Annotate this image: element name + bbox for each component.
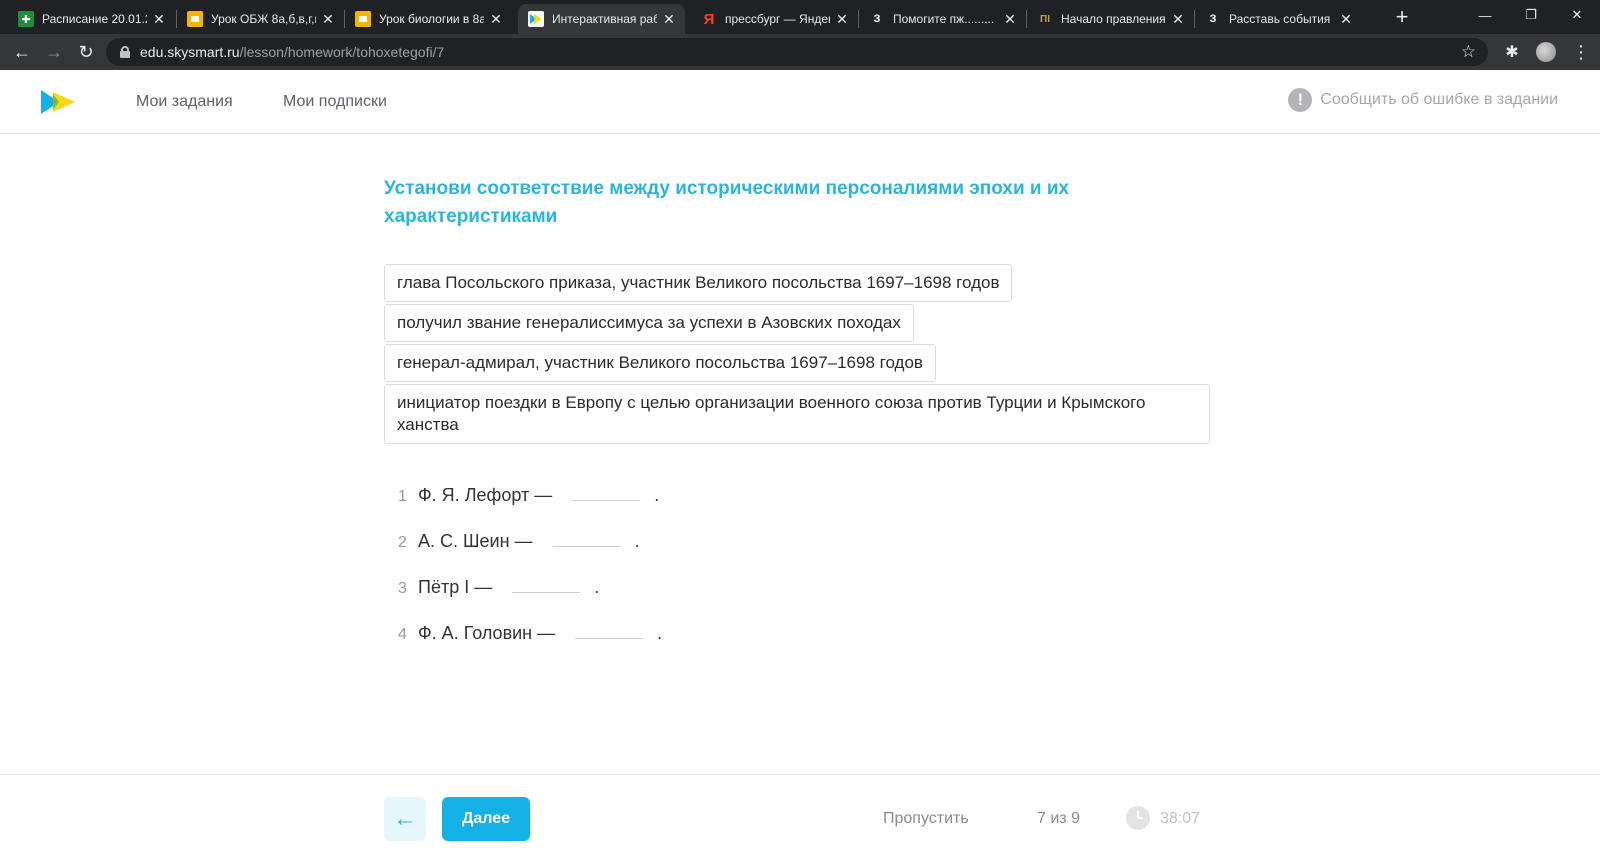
close-icon[interactable]: ✕ [320,11,336,27]
browser-tab[interactable]: З Помогите пж......... ✕ [859,4,1026,34]
bookmark-star-icon[interactable]: ☆ [1461,42,1476,62]
slides-icon [355,11,371,27]
question-number: 2 [398,534,407,551]
tab-title: Расписание 20.01.2 [42,12,147,26]
close-icon[interactable]: ✕ [1002,11,1018,27]
yandex-icon: Я [703,10,715,28]
browser-tab[interactable]: ПI Начало правления ✕ [1027,4,1194,34]
tab-title: Интерактивная раб [552,12,657,26]
answer-drop-slot[interactable] [512,575,581,593]
tab-title: Начало правления [1061,12,1166,26]
question-number: 3 [398,580,407,597]
window-close-icon[interactable]: ✕ [1554,0,1600,30]
skip-button[interactable]: Пропустить [883,810,969,828]
task-footer: ← Далее Пропустить 7 из 9 38:07 [0,774,1600,860]
browser-toolbar: ← → ↻ edu.skysmart.ru /lesson/homework/t… [0,34,1600,70]
browser-tab[interactable]: Урок биологии в 8а ✕ [345,4,512,34]
answer-drop-slot[interactable] [552,529,621,547]
close-icon[interactable]: ✕ [834,11,850,27]
znanija-icon: З [873,13,881,25]
report-error-link[interactable]: ! Сообщить об ошибке в задании [1288,88,1558,112]
browser-menu-icon[interactable]: ⋮ [1572,40,1590,64]
question-number: 1 [398,488,407,505]
slides-icon [187,11,203,27]
match-question: 2 А. С. Шеин — . [398,529,640,552]
nav-my-subscriptions[interactable]: Мои подписки [283,93,387,111]
site-header: Мои задания Мои подписки ! Сообщить об о… [0,70,1600,134]
answer-option[interactable]: инициатор поездки в Европу с целью орган… [384,384,1210,444]
match-question: 4 Ф. А. Головин — . [398,621,662,644]
url-path: /lesson/homework/tohoxetegofi/7 [239,44,445,60]
close-icon[interactable]: ✕ [661,11,677,27]
question-text: Пётр I — [418,577,493,597]
minimize-icon[interactable]: — [1462,0,1508,30]
skysmart-icon [528,11,544,27]
question-dot: . [654,485,660,505]
tab-title: Урок ОБЖ 8а,б,в,г,к [211,12,316,26]
report-error-label: Сообщить об ошибке в задании [1320,91,1558,108]
answer-option[interactable]: получил звание генералиссимуса за успехи… [384,304,914,342]
tab-title: Урок биологии в 8а [379,12,484,26]
previous-button[interactable]: ← [384,797,426,841]
close-icon[interactable]: ✕ [151,11,167,27]
answer-option[interactable]: глава Посольского приказа, участник Вели… [384,264,1013,302]
browser-tab[interactable]: Я прессбург — Яндек ✕ [691,4,858,34]
answer-option[interactable]: генерал-адмирал, участник Великого посол… [384,344,936,382]
nav-my-tasks[interactable]: Мои задания [136,93,233,111]
extensions-puzzle-icon[interactable]: ✱ [1502,42,1522,62]
browser-tab[interactable]: З Расставь события в ✕ [1195,4,1362,34]
question-dot: . [657,623,663,643]
lock-icon [120,46,130,58]
back-arrow-icon[interactable]: ← [8,38,36,66]
question-text: Ф. А. Головин — [418,623,556,643]
new-tab-plus-icon[interactable]: + [1390,6,1414,30]
browser-tab[interactable]: ✚ Расписание 20.01.2 ✕ [8,4,175,34]
forward-arrow-icon[interactable]: → [40,38,68,66]
exclamation-icon: ! [1288,88,1313,112]
browser-tab-bar: ✚ Расписание 20.01.2 ✕ Урок ОБЖ 8а,б,в,г… [0,0,1600,34]
browser-tab[interactable]: Урок ОБЖ 8а,б,в,г,к ✕ [177,4,344,34]
tab-title: Помогите пж......... [893,12,995,26]
question-text: А. С. Шеин — [418,531,533,551]
question-dot: . [594,577,600,597]
question-text: Ф. Я. Лефорт — [418,485,553,505]
timer: 38:07 [1160,810,1201,827]
close-icon[interactable]: ✕ [488,11,504,27]
match-question: 1 Ф. Я. Лефорт — . [398,483,659,506]
next-button[interactable]: Далее [442,797,530,841]
answer-drop-slot[interactable] [572,483,641,501]
skysmart-logo[interactable] [41,90,75,114]
url-host: edu.skysmart.ru [140,44,240,60]
task-progress: 7 из 9 [1037,810,1080,827]
restore-icon[interactable]: ❐ [1508,0,1554,30]
match-question: 3 Пётр I — . [398,575,599,598]
tab-title: Расставь события в [1229,12,1334,26]
clock-icon [1126,806,1150,830]
close-icon[interactable]: ✕ [1170,11,1186,27]
arrow-left-icon: ← [393,805,417,832]
question-number: 4 [398,626,407,643]
question-dot: . [634,531,640,551]
browser-tab-active[interactable]: Интерактивная раб ✕ [518,4,685,34]
tab-title: прессбург — Яндек [725,12,830,26]
close-icon[interactable]: ✕ [1338,11,1354,27]
reload-icon[interactable]: ↻ [72,38,100,66]
profile-avatar[interactable] [1536,42,1556,62]
answer-drop-slot[interactable] [575,621,644,639]
znanija-icon: З [1209,13,1217,25]
site-icon: ПI [1040,13,1050,25]
sheets-icon: ✚ [18,11,34,27]
task-title: Установи соответствие между историческим… [384,178,1070,227]
address-bar[interactable]: edu.skysmart.ru /lesson/homework/tohoxet… [106,38,1488,66]
